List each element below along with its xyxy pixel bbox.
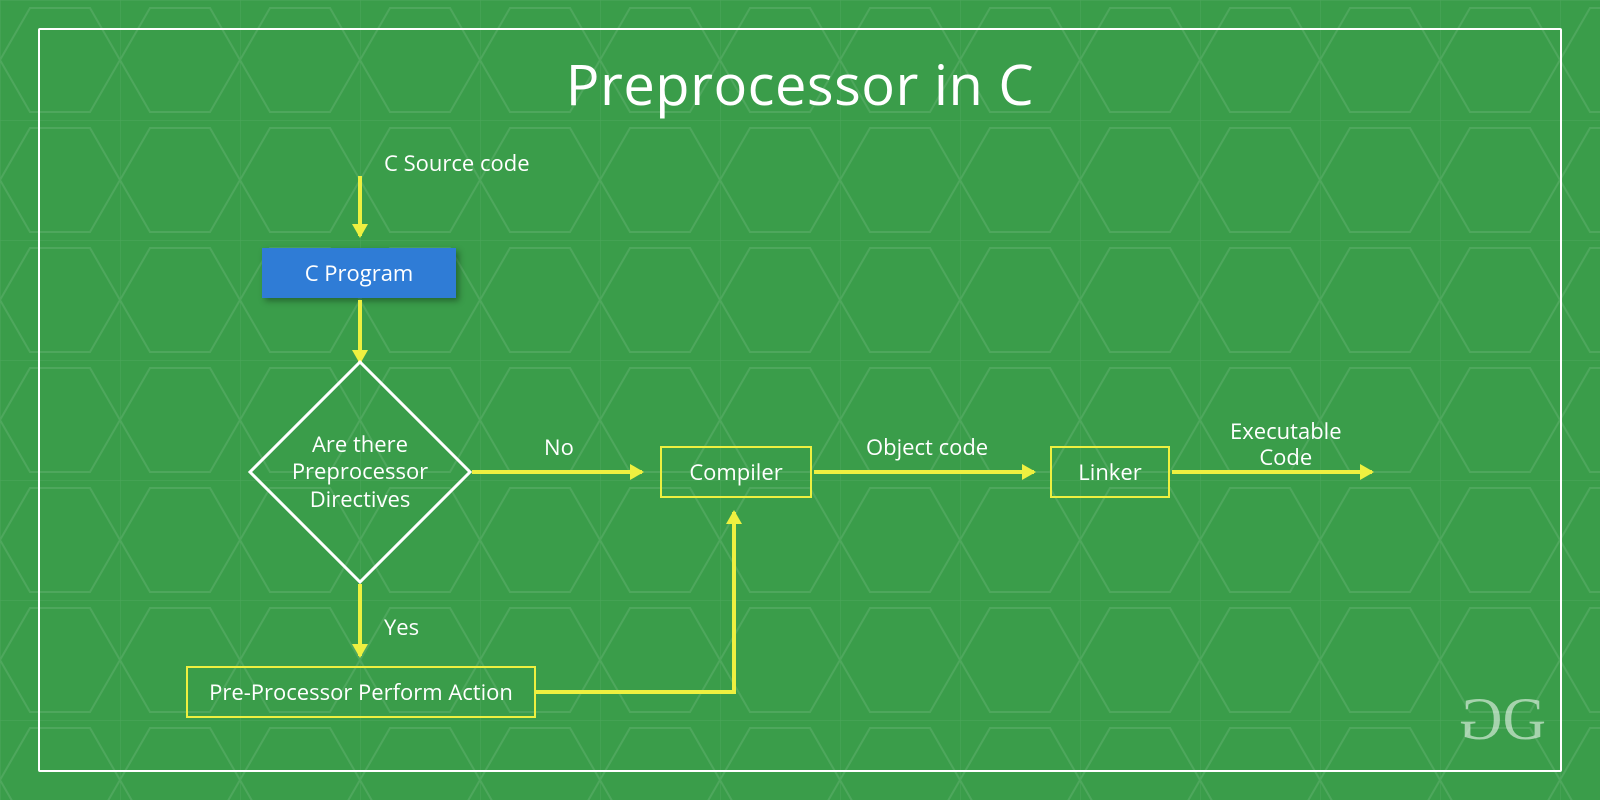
arrow-program-to-decision bbox=[358, 300, 362, 362]
arrow-decision-to-compiler bbox=[472, 470, 642, 474]
logo-icon: GG bbox=[1465, 685, 1540, 754]
arrow-source-to-program bbox=[358, 176, 362, 236]
diagram-title: Preprocessor in C bbox=[0, 46, 1600, 122]
node-label: Linker bbox=[1078, 457, 1141, 487]
label-executable: Executable Code bbox=[1230, 418, 1342, 471]
node-label: Compiler bbox=[689, 457, 782, 487]
arrow-preprocessor-to-compiler-seg1 bbox=[536, 690, 734, 694]
arrow-linker-to-executable bbox=[1172, 470, 1372, 474]
label-source-code: C Source code bbox=[384, 148, 530, 178]
node-label: Pre-Processor Perform Action bbox=[209, 677, 513, 707]
node-c-program: C Program bbox=[262, 248, 456, 298]
arrow-decision-to-preprocessor bbox=[358, 584, 362, 656]
node-label: Are there Preprocessor Directives bbox=[250, 362, 470, 582]
label-object-code: Object code bbox=[866, 432, 988, 462]
node-compiler: Compiler bbox=[660, 446, 812, 498]
node-label: C Program bbox=[305, 258, 414, 288]
label-yes: Yes bbox=[384, 612, 419, 642]
node-decision: Are there Preprocessor Directives bbox=[250, 362, 470, 582]
arrow-preprocessor-to-compiler-seg2 bbox=[732, 512, 736, 694]
node-linker: Linker bbox=[1050, 446, 1170, 498]
node-preprocessor-action: Pre-Processor Perform Action bbox=[186, 666, 536, 718]
label-no: No bbox=[544, 432, 574, 462]
arrow-compiler-to-linker bbox=[814, 470, 1034, 474]
